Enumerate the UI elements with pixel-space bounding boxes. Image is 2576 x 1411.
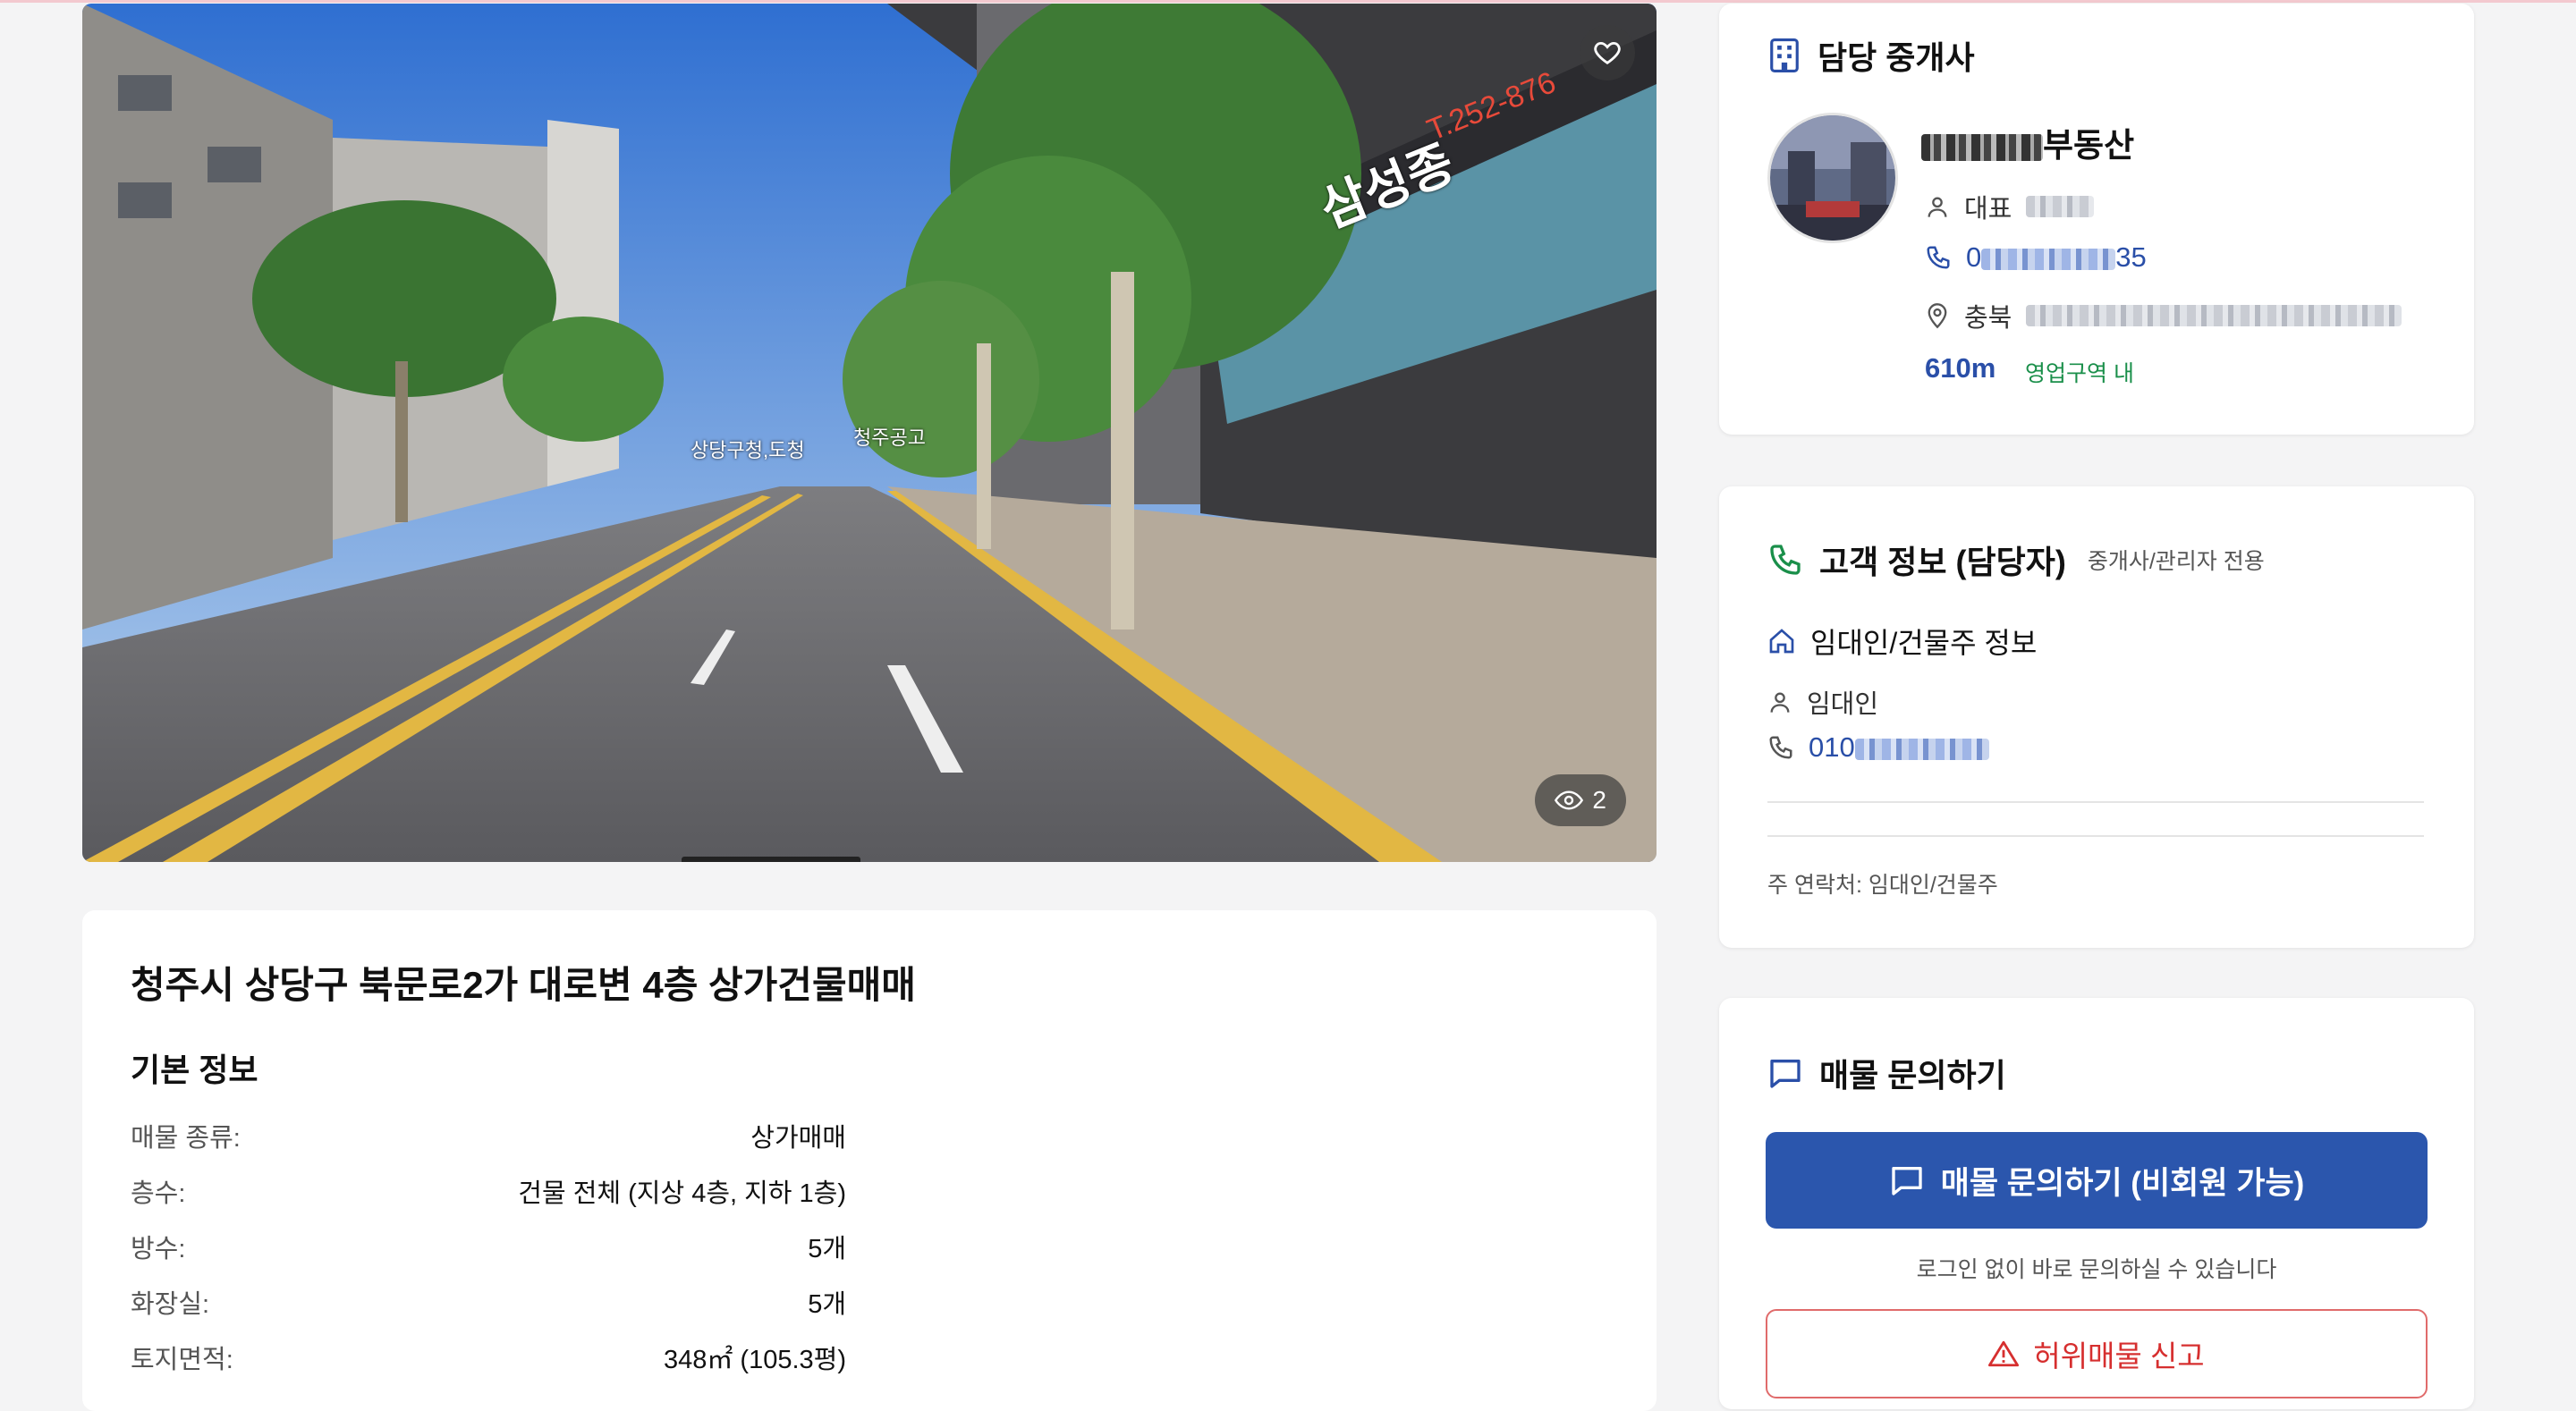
person-icon <box>1928 197 1947 217</box>
listing-photo[interactable]: 상당구청,도청 청주공고 삼성종 T.252-876 2 <box>82 4 1657 862</box>
agent-card-title: 담당 중개사 <box>1818 39 1975 76</box>
photo-scroll-handle[interactable] <box>682 857 860 862</box>
inquiry-card-header: 매물 문의하기 <box>1767 1050 2006 1096</box>
redacted-text <box>1981 248 2116 270</box>
info-value: 5개 <box>808 1235 846 1263</box>
redacted-text <box>1854 738 1989 760</box>
info-value: 348㎡ (105.3평) <box>663 1346 846 1374</box>
chat-icon <box>1770 1060 1801 1088</box>
road-sign-right: 청주공고 <box>853 427 926 449</box>
person-icon <box>1770 692 1790 713</box>
inquiry-button[interactable]: 매물 문의하기 (비회원 가능) <box>1766 1132 2428 1229</box>
customer-card-header: 고객 정보 (담당자) 중개사/관리자 전용 <box>1767 537 2265 583</box>
redacted-text <box>1921 134 2043 162</box>
info-row-bathrooms: 화장실: 5개 <box>131 1284 846 1320</box>
owner-role-row: 임대인 <box>1767 683 1878 721</box>
top-border <box>0 0 2576 3</box>
info-value: 5개 <box>808 1290 846 1319</box>
inquiry-hint: 로그인 없이 바로 문의하실 수 있습니다 <box>1916 1257 2277 1282</box>
agent-distance: 610m <box>1925 352 1996 384</box>
report-false-listing-button[interactable]: 허위매물 신고 <box>1766 1309 2428 1398</box>
info-label: 화장실: <box>131 1290 210 1319</box>
basic-info-title: 기본 정보 <box>131 1052 258 1088</box>
location-pin-icon <box>1928 303 1947 329</box>
phone-icon <box>1770 545 1801 575</box>
agency-avatar <box>1767 113 1898 243</box>
redacted-text <box>2026 196 2095 217</box>
divider <box>1767 835 2424 837</box>
owner-section-title: 임대인/건물주 정보 <box>1810 627 2038 659</box>
building-icon <box>1770 38 1799 72</box>
info-label: 매물 종류: <box>131 1124 241 1153</box>
inquiry-card-title: 매물 문의하기 <box>1819 1057 2006 1094</box>
owner-phone-row[interactable]: 010 <box>1767 731 1989 764</box>
eye-icon <box>1555 790 1584 810</box>
home-icon <box>1769 629 1794 654</box>
info-value: 건물 전체 (지상 4층, 지하 1층) <box>518 1179 846 1208</box>
inquiry-button-label: 매물 문의하기 (비회원 가능) <box>1940 1165 2305 1201</box>
agent-phone-prefix: 0 <box>1966 241 1982 273</box>
info-label: 토지면적: <box>131 1346 233 1374</box>
favorite-button[interactable] <box>1580 25 1635 80</box>
agent-card-header: 담당 중개사 <box>1767 32 1975 79</box>
agency-name: 부동산 <box>1921 118 2134 166</box>
owner-role: 임대인 <box>1807 690 1879 719</box>
customer-card-subtitle: 중개사/관리자 전용 <box>2087 549 2265 574</box>
info-row-land-area: 토지면적: 348㎡ (105.3평) <box>131 1339 846 1375</box>
road-sign-left: 상당구청,도청 <box>691 439 805 461</box>
owner-section-row: 임대인/건물주 정보 <box>1767 621 2037 662</box>
customer-info-card: 고객 정보 (담당자) 중개사/관리자 전용 임대인/건물주 정보 임대인 01… <box>1719 486 2474 948</box>
view-count: 2 <box>1592 786 1606 814</box>
heart-icon <box>1594 41 1621 65</box>
agent-phone-row[interactable]: 0 35 <box>1925 241 2147 274</box>
inquiry-card: 매물 문의하기 매물 문의하기 (비회원 가능) 로그인 없이 바로 문의하실 … <box>1719 998 2474 1409</box>
info-label: 방수: <box>131 1235 186 1263</box>
agent-card: 담당 중개사 부동산 대표 0 35 충북 610m 영업구역 내 <box>1719 4 2474 435</box>
agent-address-row: 충북 <box>1925 297 2402 334</box>
info-row-rooms: 방수: 5개 <box>131 1229 846 1264</box>
info-value: 상가매매 <box>750 1124 846 1153</box>
listing-detail-card: 청주시 상당구 북문로2가 대로변 4층 상가건물매매 기본 정보 매물 종류:… <box>82 910 1657 1411</box>
divider <box>1767 801 2424 803</box>
service-zone-badge: 영업구역 내 <box>2025 361 2134 386</box>
owner-phone-prefix: 010 <box>1809 731 1855 763</box>
report-button-label: 허위매물 신고 <box>2033 1339 2205 1373</box>
view-count-badge: 2 <box>1535 774 1626 826</box>
info-row-floors: 층수: 건물 전체 (지상 4층, 지하 1층) <box>131 1173 846 1209</box>
agency-name-suffix: 부동산 <box>2043 127 2135 164</box>
phone-icon <box>1769 736 1792 759</box>
info-label: 층수: <box>131 1179 186 1208</box>
listing-title: 청주시 상당구 북문로2가 대로변 4층 상가건물매매 <box>131 964 916 1006</box>
representative-label: 대표 <box>1964 195 2012 224</box>
redacted-text <box>2026 305 2402 326</box>
info-row-type: 매물 종류: 상가매매 <box>131 1118 846 1153</box>
agent-representative-row: 대표 <box>1925 188 2095 225</box>
chat-icon <box>1891 1167 1922 1196</box>
agent-address-prefix: 충북 <box>1964 304 2012 333</box>
main-contact-note: 주 연락처: 임대인/건물주 <box>1767 873 1998 898</box>
phone-icon <box>1927 246 1950 269</box>
warning-icon <box>1988 1340 2020 1367</box>
customer-card-title: 고객 정보 (담당자) <box>1819 544 2066 580</box>
agent-phone-suffix: 35 <box>2115 241 2147 273</box>
